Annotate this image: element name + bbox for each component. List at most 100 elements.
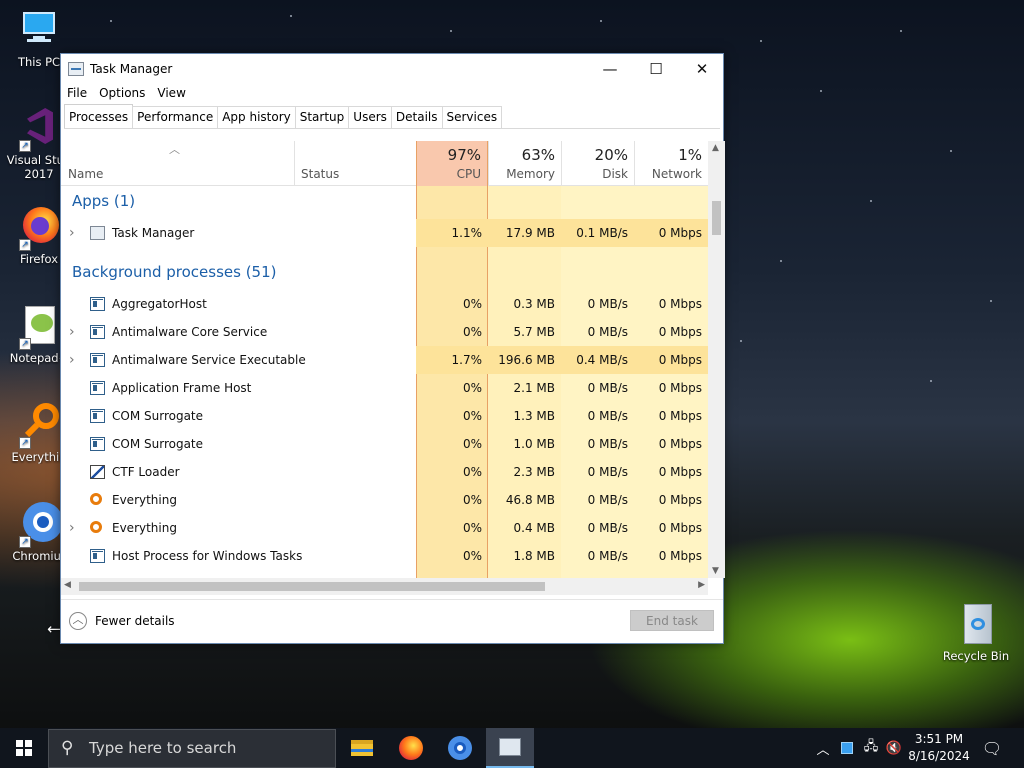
process-name: Task Manager [112, 226, 195, 240]
window-icon [90, 353, 105, 367]
process-disk: 0 MB/s [587, 325, 628, 339]
tab-users[interactable]: Users [348, 106, 392, 128]
chevron-up-icon[interactable]: ︿ [810, 728, 836, 768]
process-cpu: 0% [462, 381, 482, 395]
tab-startup[interactable]: Startup [294, 106, 350, 128]
column-header-memory[interactable]: 63% Memory [488, 141, 561, 186]
system-clock[interactable]: 3:51 PM 8/16/2024 [906, 731, 972, 765]
process-row[interactable]: Application Frame Host 0% 2.1 MB 0 MB/s 0 Mb… [61, 374, 708, 402]
desktop-icon-label: This PC [17, 55, 61, 69]
column-header-status[interactable]: Status [301, 167, 339, 181]
column-header-network[interactable]: 1% Network [634, 141, 708, 186]
scroll-down-icon[interactable]: ▼ [712, 566, 719, 576]
chromium-taskbar-button[interactable] [436, 728, 484, 768]
tab-performance[interactable]: Performance [132, 106, 219, 128]
tab-processes[interactable]: Processes [64, 104, 134, 128]
vertical-scroll-thumb[interactable] [712, 201, 721, 235]
file-explorer-taskbar-button[interactable] [338, 728, 386, 768]
process-cpu: 0% [462, 493, 482, 507]
disk-percent: 20% [594, 146, 628, 164]
scroll-right-icon[interactable]: ▶ [698, 580, 705, 590]
process-network: 0 Mbps [658, 549, 702, 563]
menu-file[interactable]: File [61, 83, 93, 105]
expand-chevron-icon[interactable]: › [69, 346, 75, 374]
maximize-button[interactable]: ☐ [633, 54, 679, 83]
process-row[interactable]: › Everything 0% 0.4 MB 0 MB/s 0 Mbps [61, 514, 708, 542]
desktop-icon-label: Chromiur [12, 549, 66, 563]
volume-muted-icon[interactable]: 🔇 [882, 728, 906, 768]
taskbar-search-box[interactable]: ⚲ Type here to search [48, 729, 336, 768]
firefox-icon [399, 736, 423, 760]
process-row[interactable]: › Task Manager 1.1% 17.9 MB 0.1 MB/s 0 Mbps [61, 219, 708, 247]
window-icon [90, 409, 105, 423]
process-row[interactable]: Everything 0% 46.8 MB 0 MB/s 0 Mbps [61, 486, 708, 514]
menu-view[interactable]: View [151, 83, 191, 105]
visual-studio-icon: ↗ [17, 106, 61, 152]
fewer-details-link[interactable]: ︿ Fewer details [69, 612, 175, 630]
process-row[interactable]: COM Surrogate 0% 1.3 MB 0 MB/s 0 Mbps [61, 402, 708, 430]
horizontal-scroll-thumb[interactable] [79, 582, 545, 591]
column-header-cpu[interactable]: 97% CPU [416, 141, 488, 186]
desktop-icon-label: Everythin [11, 450, 67, 464]
disk-label: Disk [602, 167, 628, 181]
process-name: Antimalware Core Service [112, 325, 268, 339]
process-memory: 0.4 MB [513, 521, 555, 535]
close-button[interactable]: ✕ [679, 54, 725, 83]
tab-app-history[interactable]: App history [217, 106, 296, 128]
horizontal-scrollbar[interactable]: ◀ ▶ [61, 578, 708, 595]
menu-bar: File Options View [61, 83, 192, 105]
vertical-scrollbar[interactable]: ▲ ▼ [708, 141, 725, 578]
process-row[interactable]: AggregatorHost 0% 0.3 MB 0 MB/s 0 Mbps [61, 290, 708, 318]
process-row[interactable]: › Antimalware Service Executable 1.7% 196.6… [61, 346, 708, 374]
column-header-name[interactable]: Name [68, 167, 103, 181]
minimize-button[interactable]: — [587, 54, 633, 83]
scroll-up-icon[interactable]: ▲ [712, 143, 719, 153]
memory-percent: 63% [521, 146, 555, 164]
process-row[interactable]: Host Process for Windows Tasks 0% 1.8 MB 0 … [61, 542, 708, 570]
group-label: Apps (1) [72, 192, 136, 210]
column-header-disk[interactable]: 20% Disk [561, 141, 634, 186]
cpu-percent: 97% [447, 146, 481, 164]
expand-chevron-icon[interactable]: › [69, 514, 75, 542]
process-cpu: 0% [462, 297, 482, 311]
sort-up-icon: ︿ [169, 143, 180, 156]
window-title: Task Manager [90, 61, 173, 76]
process-memory: 1.8 MB [513, 549, 555, 563]
process-network: 0 Mbps [658, 297, 702, 311]
process-network: 0 Mbps [658, 521, 702, 535]
task-manager-icon [499, 738, 521, 756]
scroll-left-icon[interactable]: ◀ [64, 580, 71, 590]
process-network: 0 Mbps [658, 493, 702, 507]
search-icon: ⚲ [61, 738, 74, 758]
recycle-bin-icon [954, 602, 998, 646]
taskbar: ⚲ Type here to search ︿ 🖧 🔇 3:51 PM 8/16… [0, 728, 1024, 768]
process-row[interactable]: COM Surrogate 0% 1.0 MB 0 MB/s 0 Mbps [61, 430, 708, 458]
firefox-icon: ↗ [17, 205, 61, 251]
footer: ︿ Fewer details End task [61, 599, 723, 643]
process-disk: 0 MB/s [587, 549, 628, 563]
firefox-taskbar-button[interactable] [387, 728, 435, 768]
notification-icon[interactable]: 🗨 [978, 728, 1006, 768]
desktop-icon-recycle-bin[interactable]: Recycle Bin [936, 602, 1016, 663]
process-disk: 0 MB/s [587, 437, 628, 451]
process-cpu: 1.7% [416, 346, 488, 374]
process-disk: 0 MB/s [587, 493, 628, 507]
group-header-row[interactable]: Apps (1) [61, 186, 708, 219]
tray-app-icon[interactable] [836, 728, 858, 768]
task-manager-taskbar-button[interactable] [486, 728, 534, 768]
tab-details[interactable]: Details [390, 106, 443, 128]
end-task-button[interactable]: End task [630, 610, 714, 631]
menu-options[interactable]: Options [93, 83, 151, 105]
start-button[interactable] [0, 728, 48, 768]
process-disk: 0 MB/s [587, 521, 628, 535]
expand-chevron-icon[interactable]: › [69, 219, 75, 247]
network-icon[interactable]: 🖧 [858, 728, 884, 768]
process-row[interactable]: › Antimalware Core Service 0% 5.7 MB 0 MB/s 0… [61, 318, 708, 346]
windows-logo-icon [16, 740, 32, 756]
grid-header: ︿ Name Status 97% CPU 63% Memory 20% Dis… [61, 141, 708, 186]
group-header-row[interactable]: Background processes (51) [61, 257, 708, 290]
process-row[interactable]: CTF Loader 0% 2.3 MB 0 MB/s 0 Mbps [61, 458, 708, 486]
tab-services[interactable]: Services [441, 106, 503, 128]
magnifier-icon [90, 493, 102, 505]
expand-chevron-icon[interactable]: › [69, 318, 75, 346]
